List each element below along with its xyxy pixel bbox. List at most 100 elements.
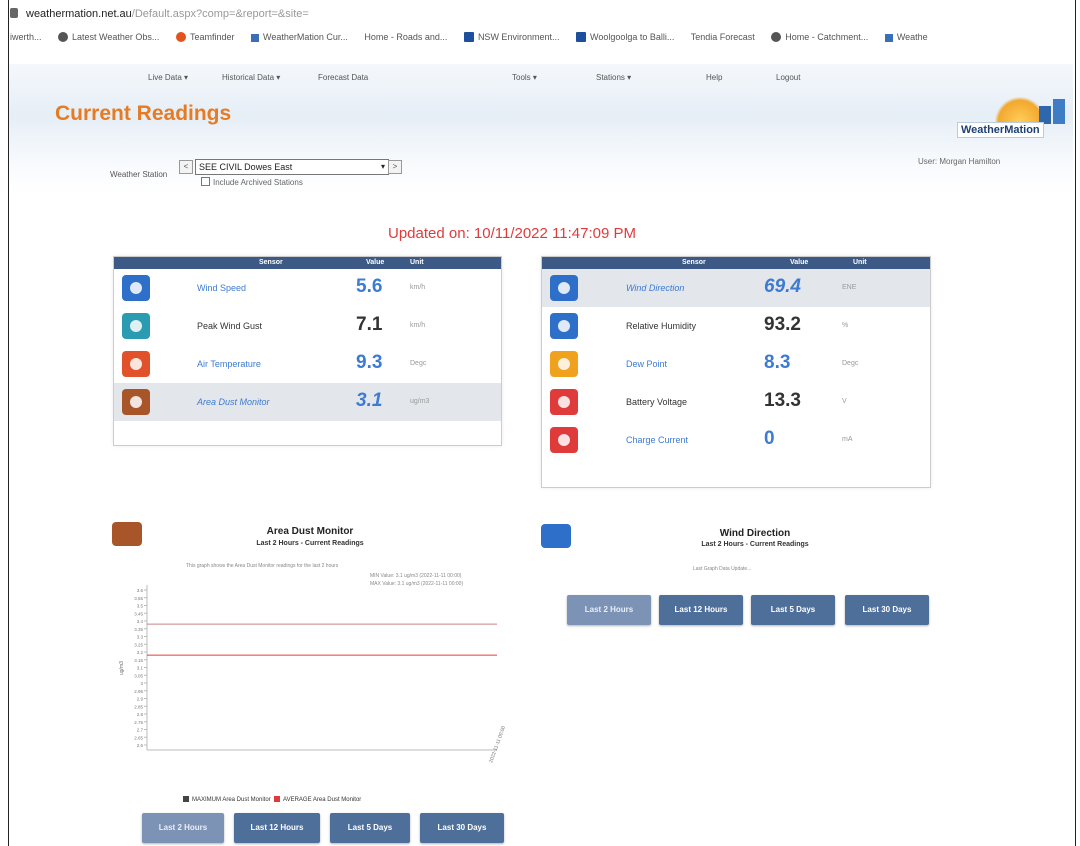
range-button-30d[interactable]: Last 30 Days xyxy=(845,595,929,625)
y-tick-label: 2.65 xyxy=(134,735,143,740)
legend-item[interactable]: MAXIMUM Area Dust Monitor xyxy=(192,797,271,803)
range-button-12h[interactable]: Last 12 Hours xyxy=(659,595,743,625)
bookmark-item[interactable]: Woolgoolga to Balli... xyxy=(575,32,674,42)
prev-station-button[interactable]: < xyxy=(179,160,193,174)
sensor-name[interactable]: Area Dust Monitor xyxy=(197,397,270,407)
menu-stations[interactable]: Stations ▾ xyxy=(596,73,631,82)
orange-circle-icon xyxy=(175,32,186,42)
chart-icon xyxy=(250,34,259,42)
chart-legend: MAXIMUM Area Dust Monitor AVERAGE Area D… xyxy=(183,796,361,803)
sensor-unit: ENE xyxy=(842,284,857,291)
sensor-value: 0 xyxy=(764,428,775,449)
sensor-row-selected[interactable]: Wind Direction 69.4 ENE xyxy=(542,269,930,307)
sensor-row[interactable]: Air Temperature 9.3 Degc xyxy=(114,345,501,383)
range-button-12h[interactable]: Last 12 Hours xyxy=(234,813,320,843)
sensor-row[interactable]: Wind Speed 5.6 km/h xyxy=(114,269,501,307)
bookmark-item[interactable]: NSW Environment... xyxy=(463,32,559,42)
dust-chart: 3.6 3.55 3.5 3.45 3.4 3.35 3.3 3.25 3.2 3.15 3.1 3.… xyxy=(119,585,507,764)
sensor-name[interactable]: Battery Voltage xyxy=(626,397,687,407)
dust-chart-subtitle: Last 2 Hours - Current Readings xyxy=(256,540,364,547)
y-tick-label: 3.6 xyxy=(137,588,144,593)
bookmark-item[interactable]: Teamfinder xyxy=(175,32,234,42)
menu-forecast-data[interactable]: Forecast Data xyxy=(318,73,368,82)
sensor-row[interactable]: Peak Wind Gust 7.1 km/h xyxy=(114,307,501,345)
sensor-name[interactable]: Relative Humidity xyxy=(626,321,696,331)
header-unit: Unit xyxy=(410,259,424,266)
menu-tools[interactable]: Tools ▾ xyxy=(512,73,537,82)
dust-icon xyxy=(122,389,150,415)
y-tick-label: 3.1 xyxy=(137,666,144,671)
sensor-name[interactable]: Air Temperature xyxy=(197,359,261,369)
y-tick-label: 3.2 xyxy=(137,650,144,655)
include-archived-checkbox[interactable]: Include Archived Stations xyxy=(201,177,303,187)
wind-direction-icon xyxy=(550,275,578,301)
y-tick-label: 2.75 xyxy=(134,720,143,725)
checkbox-icon xyxy=(201,177,210,186)
sensor-value: 5.6 xyxy=(356,276,383,297)
bookmark-item[interactable]: iwerth... xyxy=(10,32,42,42)
table-header: Sensor Value Unit xyxy=(114,257,501,269)
range-button-30d[interactable]: Last 30 Days xyxy=(420,813,504,843)
range-button-2h[interactable]: Last 2 Hours xyxy=(567,595,651,625)
menu-help[interactable]: Help xyxy=(706,73,722,82)
sensor-value: 13.3 xyxy=(764,390,801,411)
legend-item[interactable]: AVERAGE Area Dust Monitor xyxy=(283,797,361,803)
sensor-row[interactable]: Battery Voltage 13.3 V xyxy=(542,383,930,421)
y-tick-label: 2.95 xyxy=(134,689,143,694)
sensor-unit: km/h xyxy=(410,322,426,329)
sensor-unit: Degc xyxy=(842,360,859,367)
sensor-row[interactable]: Charge Current 0 mA xyxy=(542,421,930,459)
next-station-button[interactable]: > xyxy=(388,160,402,174)
sensor-name[interactable]: Dew Point xyxy=(626,359,667,369)
sensor-unit: km/h xyxy=(410,284,426,291)
bookmark-item[interactable]: WeatherMation Cur... xyxy=(250,32,348,42)
sensor-name[interactable]: Wind Speed xyxy=(197,283,246,293)
dust-chart-min: MIN Value: 3.1 ug/m3 (2022-11-11 00:00) xyxy=(370,573,462,579)
bookmark-item[interactable]: Tendia Forecast xyxy=(691,32,755,42)
range-button-2h[interactable]: Last 2 Hours xyxy=(142,813,224,843)
updated-timestamp: Updated on: 10/11/2022 11:47:09 PM xyxy=(388,225,636,242)
sensor-unit: mA xyxy=(842,436,853,443)
battery-icon xyxy=(550,389,578,415)
logo-text: WeatherMation xyxy=(957,122,1044,138)
sensor-name[interactable]: Peak Wind Gust xyxy=(197,321,262,331)
y-tick-label: 3.5 xyxy=(137,604,144,609)
range-button-5d[interactable]: Last 5 Days xyxy=(330,813,410,843)
weathermation-logo: WeatherMation xyxy=(955,96,1075,142)
y-tick-label: 3.3 xyxy=(137,635,144,640)
chevron-down-icon: ▾ xyxy=(380,162,385,171)
sensor-name[interactable]: Wind Direction xyxy=(626,283,684,293)
header-sensor: Sensor xyxy=(682,259,706,266)
sensor-name[interactable]: Charge Current xyxy=(626,435,688,445)
bookmark-item[interactable]: Latest Weather Obs... xyxy=(58,32,159,42)
dew-point-icon xyxy=(550,351,578,377)
square-icon xyxy=(463,32,474,42)
sensor-row[interactable]: Relative Humidity 93.2 % xyxy=(542,307,930,345)
menu-live-data[interactable]: Live Data ▾ xyxy=(148,73,188,82)
y-tick-label: 3.25 xyxy=(134,642,143,647)
dust-icon xyxy=(112,522,142,546)
sensor-unit: ug/m3 xyxy=(410,398,430,405)
y-tick-label: 3.4 xyxy=(137,619,144,624)
y-tick-label: 2.85 xyxy=(134,704,143,709)
header-sensor: Sensor xyxy=(259,259,283,266)
menu-historical-data[interactable]: Historical Data ▾ xyxy=(222,73,280,82)
user-label: User: Morgan Hamilton xyxy=(918,157,1001,166)
globe-icon xyxy=(58,32,69,42)
sensor-value: 93.2 xyxy=(764,314,801,335)
range-button-5d[interactable]: Last 5 Days xyxy=(751,595,835,625)
sensor-value: 9.3 xyxy=(356,352,383,373)
bookmark-item[interactable]: Home - Roads and... xyxy=(364,32,447,42)
table-header: Sensor Value Unit xyxy=(542,257,930,269)
address-bar[interactable]: weathermation.net.au/Default.aspx?comp=&… xyxy=(10,8,1070,26)
station-label: Weather Station xyxy=(110,170,168,179)
station-select[interactable]: SEE CIVIL Dowes East ▾ xyxy=(195,159,389,175)
sensor-row[interactable]: Dew Point 8.3 Degc xyxy=(542,345,930,383)
bookmark-item[interactable]: Weathe xyxy=(884,32,928,42)
lock-icon xyxy=(10,8,18,18)
bookmark-item[interactable]: Home - Catchment... xyxy=(771,32,868,42)
sensor-row-selected[interactable]: Area Dust Monitor 3.1 ug/m3 xyxy=(114,383,501,421)
wind-chart-subtitle: Last 2 Hours - Current Readings xyxy=(701,541,809,548)
globe-icon xyxy=(771,32,782,42)
menu-logout[interactable]: Logout xyxy=(776,73,800,82)
